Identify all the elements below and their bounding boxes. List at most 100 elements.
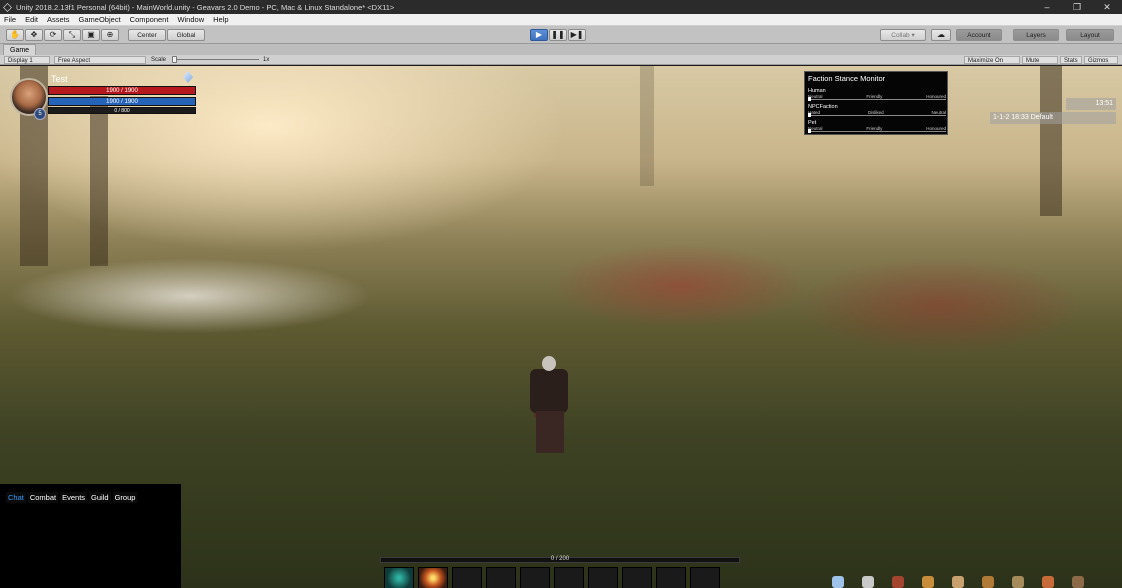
transform-icon: ⊕	[106, 30, 114, 39]
cloud-button[interactable]: ☁	[931, 29, 951, 41]
stats-toggle[interactable]: Stats	[1060, 56, 1082, 64]
action-slot[interactable]	[656, 567, 686, 588]
action-bar	[384, 567, 720, 588]
player-exp-bar: 0 / 800	[48, 107, 196, 114]
character-legs	[536, 411, 564, 453]
cloud-icon: ☁	[937, 30, 945, 39]
faction-stance-monitor: Faction Stance Monitor Human Neutral Frie…	[804, 71, 948, 135]
move-tool-button[interactable]: ✥	[25, 29, 43, 41]
stance-marker	[808, 129, 811, 133]
play-icon: ▶	[535, 30, 543, 39]
scale-icon: ⤡	[68, 30, 76, 39]
action-slot[interactable]	[520, 567, 550, 588]
experience-text: 0 / 200	[550, 556, 570, 562]
guild-menu-icon[interactable]	[1012, 576, 1024, 588]
character-menu-icon[interactable]	[832, 576, 844, 588]
collab-button[interactable]: Collab ▾	[880, 29, 926, 41]
action-slot[interactable]	[622, 567, 652, 588]
action-slot[interactable]	[588, 567, 618, 588]
play-button[interactable]: ▶	[530, 29, 548, 41]
minimize-button[interactable]: –	[1032, 0, 1062, 14]
inventory-menu-icon[interactable]	[952, 576, 964, 588]
rect-icon: ▣	[87, 30, 95, 39]
toolbar: ✋ ✥ ⟳ ⤡ ▣ ⊕ Center Global ▶ ❚❚ ▶❚ Collab…	[0, 26, 1122, 44]
chat-window[interactable]: Chat Combat Events Guild Group	[0, 484, 181, 588]
server-info: 1-1-2 18:33 Default	[990, 112, 1116, 124]
rotate-tool-button[interactable]: ⟳	[44, 29, 62, 41]
menu-bar: File Edit Assets GameObject Component Wi…	[0, 14, 1122, 26]
action-slot[interactable]	[452, 567, 482, 588]
menu-gameobject[interactable]: GameObject	[75, 15, 126, 24]
game-viewport[interactable]: 5 Test 1900 / 1900 1900 / 1900 0 / 800 F…	[0, 66, 1122, 588]
mana-bar: 1900 / 1900	[48, 97, 196, 106]
rect-tool-button[interactable]: ▣	[82, 29, 100, 41]
pivot-label: Center	[137, 31, 157, 39]
chat-tab-guild[interactable]: Guild	[89, 492, 111, 503]
hand-icon: ✋	[10, 30, 20, 39]
window-controls: – ❐ ✕	[1032, 0, 1122, 14]
tab-game[interactable]: Game	[3, 44, 37, 55]
menu-window[interactable]: Window	[173, 15, 209, 24]
stance-track	[808, 131, 946, 132]
skills-menu-icon[interactable]	[862, 576, 874, 588]
scale-tool-button[interactable]: ⤡	[63, 29, 81, 41]
social-menu-icon[interactable]	[1042, 576, 1054, 588]
transform-tool-button[interactable]: ⊕	[101, 29, 119, 41]
display-dropdown[interactable]: Display 1	[4, 56, 50, 64]
layers-dropdown[interactable]: Layers	[1013, 29, 1059, 41]
hand-tool-button[interactable]: ✋	[6, 29, 24, 41]
action-slot-fire-icon[interactable]	[418, 567, 448, 588]
scale-slider-handle[interactable]	[172, 56, 177, 63]
action-slot[interactable]	[486, 567, 516, 588]
account-label: Account	[967, 31, 991, 39]
chat-tab-events[interactable]: Events	[60, 492, 88, 503]
settings-menu-icon[interactable]	[1072, 576, 1084, 588]
maximize-on-play-toggle[interactable]: Maximize On Play	[964, 56, 1020, 72]
faction-row-npcfaction: NPCFaction Hated Disliked Neutral	[808, 104, 946, 117]
stance-track	[808, 99, 946, 100]
chat-tab-chat[interactable]: Chat	[6, 492, 26, 503]
space-toggle[interactable]: Global	[167, 29, 205, 41]
player-level-badge: 5	[34, 108, 46, 120]
scale-label: Scale	[151, 57, 167, 63]
player-name: Test	[51, 74, 68, 84]
mute-audio-toggle[interactable]: Mute Audio	[1022, 56, 1058, 72]
chat-tab-group[interactable]: Group	[112, 492, 138, 503]
menu-file[interactable]: File	[0, 15, 21, 24]
chat-tab-combat[interactable]: Combat	[27, 492, 59, 503]
aspect-dropdown[interactable]: Free Aspect	[54, 56, 146, 64]
tree-trunk	[640, 66, 654, 186]
health-bar: 1900 / 1900	[48, 86, 196, 95]
pause-icon: ❚❚	[551, 30, 565, 39]
action-slot[interactable]	[554, 567, 584, 588]
window-title: Unity 2018.2.13f1 Personal (64bit) - Mai…	[16, 2, 395, 12]
layout-label: Layout	[1080, 31, 1100, 39]
character-body	[530, 369, 568, 413]
quest-menu-icon[interactable]	[892, 576, 904, 588]
stance-marker	[808, 113, 811, 117]
scale-value: 1x	[263, 57, 270, 63]
game-clock: 13:51	[1066, 98, 1116, 110]
close-button[interactable]: ✕	[1092, 0, 1122, 14]
account-dropdown[interactable]: Account	[956, 29, 1002, 41]
action-slot[interactable]	[690, 567, 720, 588]
step-button[interactable]: ▶❚	[568, 29, 586, 41]
map-menu-icon[interactable]	[982, 576, 994, 588]
menu-help[interactable]: Help	[209, 15, 233, 24]
gizmos-dropdown[interactable]: Gizmos	[1084, 56, 1118, 64]
menu-edit[interactable]: Edit	[21, 15, 43, 24]
layout-dropdown[interactable]: Layout	[1066, 29, 1114, 41]
action-slot-ability-icon[interactable]	[384, 567, 414, 588]
faction-row-human: Human Neutral Friendly Honoured	[808, 88, 946, 101]
chat-tabs: Chat Combat Events Guild Group	[6, 492, 138, 503]
maximize-button[interactable]: ❐	[1062, 0, 1092, 14]
scale-slider-track[interactable]	[175, 59, 259, 60]
faction-row-pet: Pet Neutral Friendly Honoured	[808, 120, 946, 133]
pause-button[interactable]: ❚❚	[549, 29, 567, 41]
menu-assets[interactable]: Assets	[43, 15, 75, 24]
crafting-menu-icon[interactable]	[922, 576, 934, 588]
unity-logo-icon	[3, 2, 12, 12]
stance-track	[808, 115, 946, 116]
menu-component[interactable]: Component	[126, 15, 174, 24]
pivot-toggle[interactable]: Center	[128, 29, 166, 41]
